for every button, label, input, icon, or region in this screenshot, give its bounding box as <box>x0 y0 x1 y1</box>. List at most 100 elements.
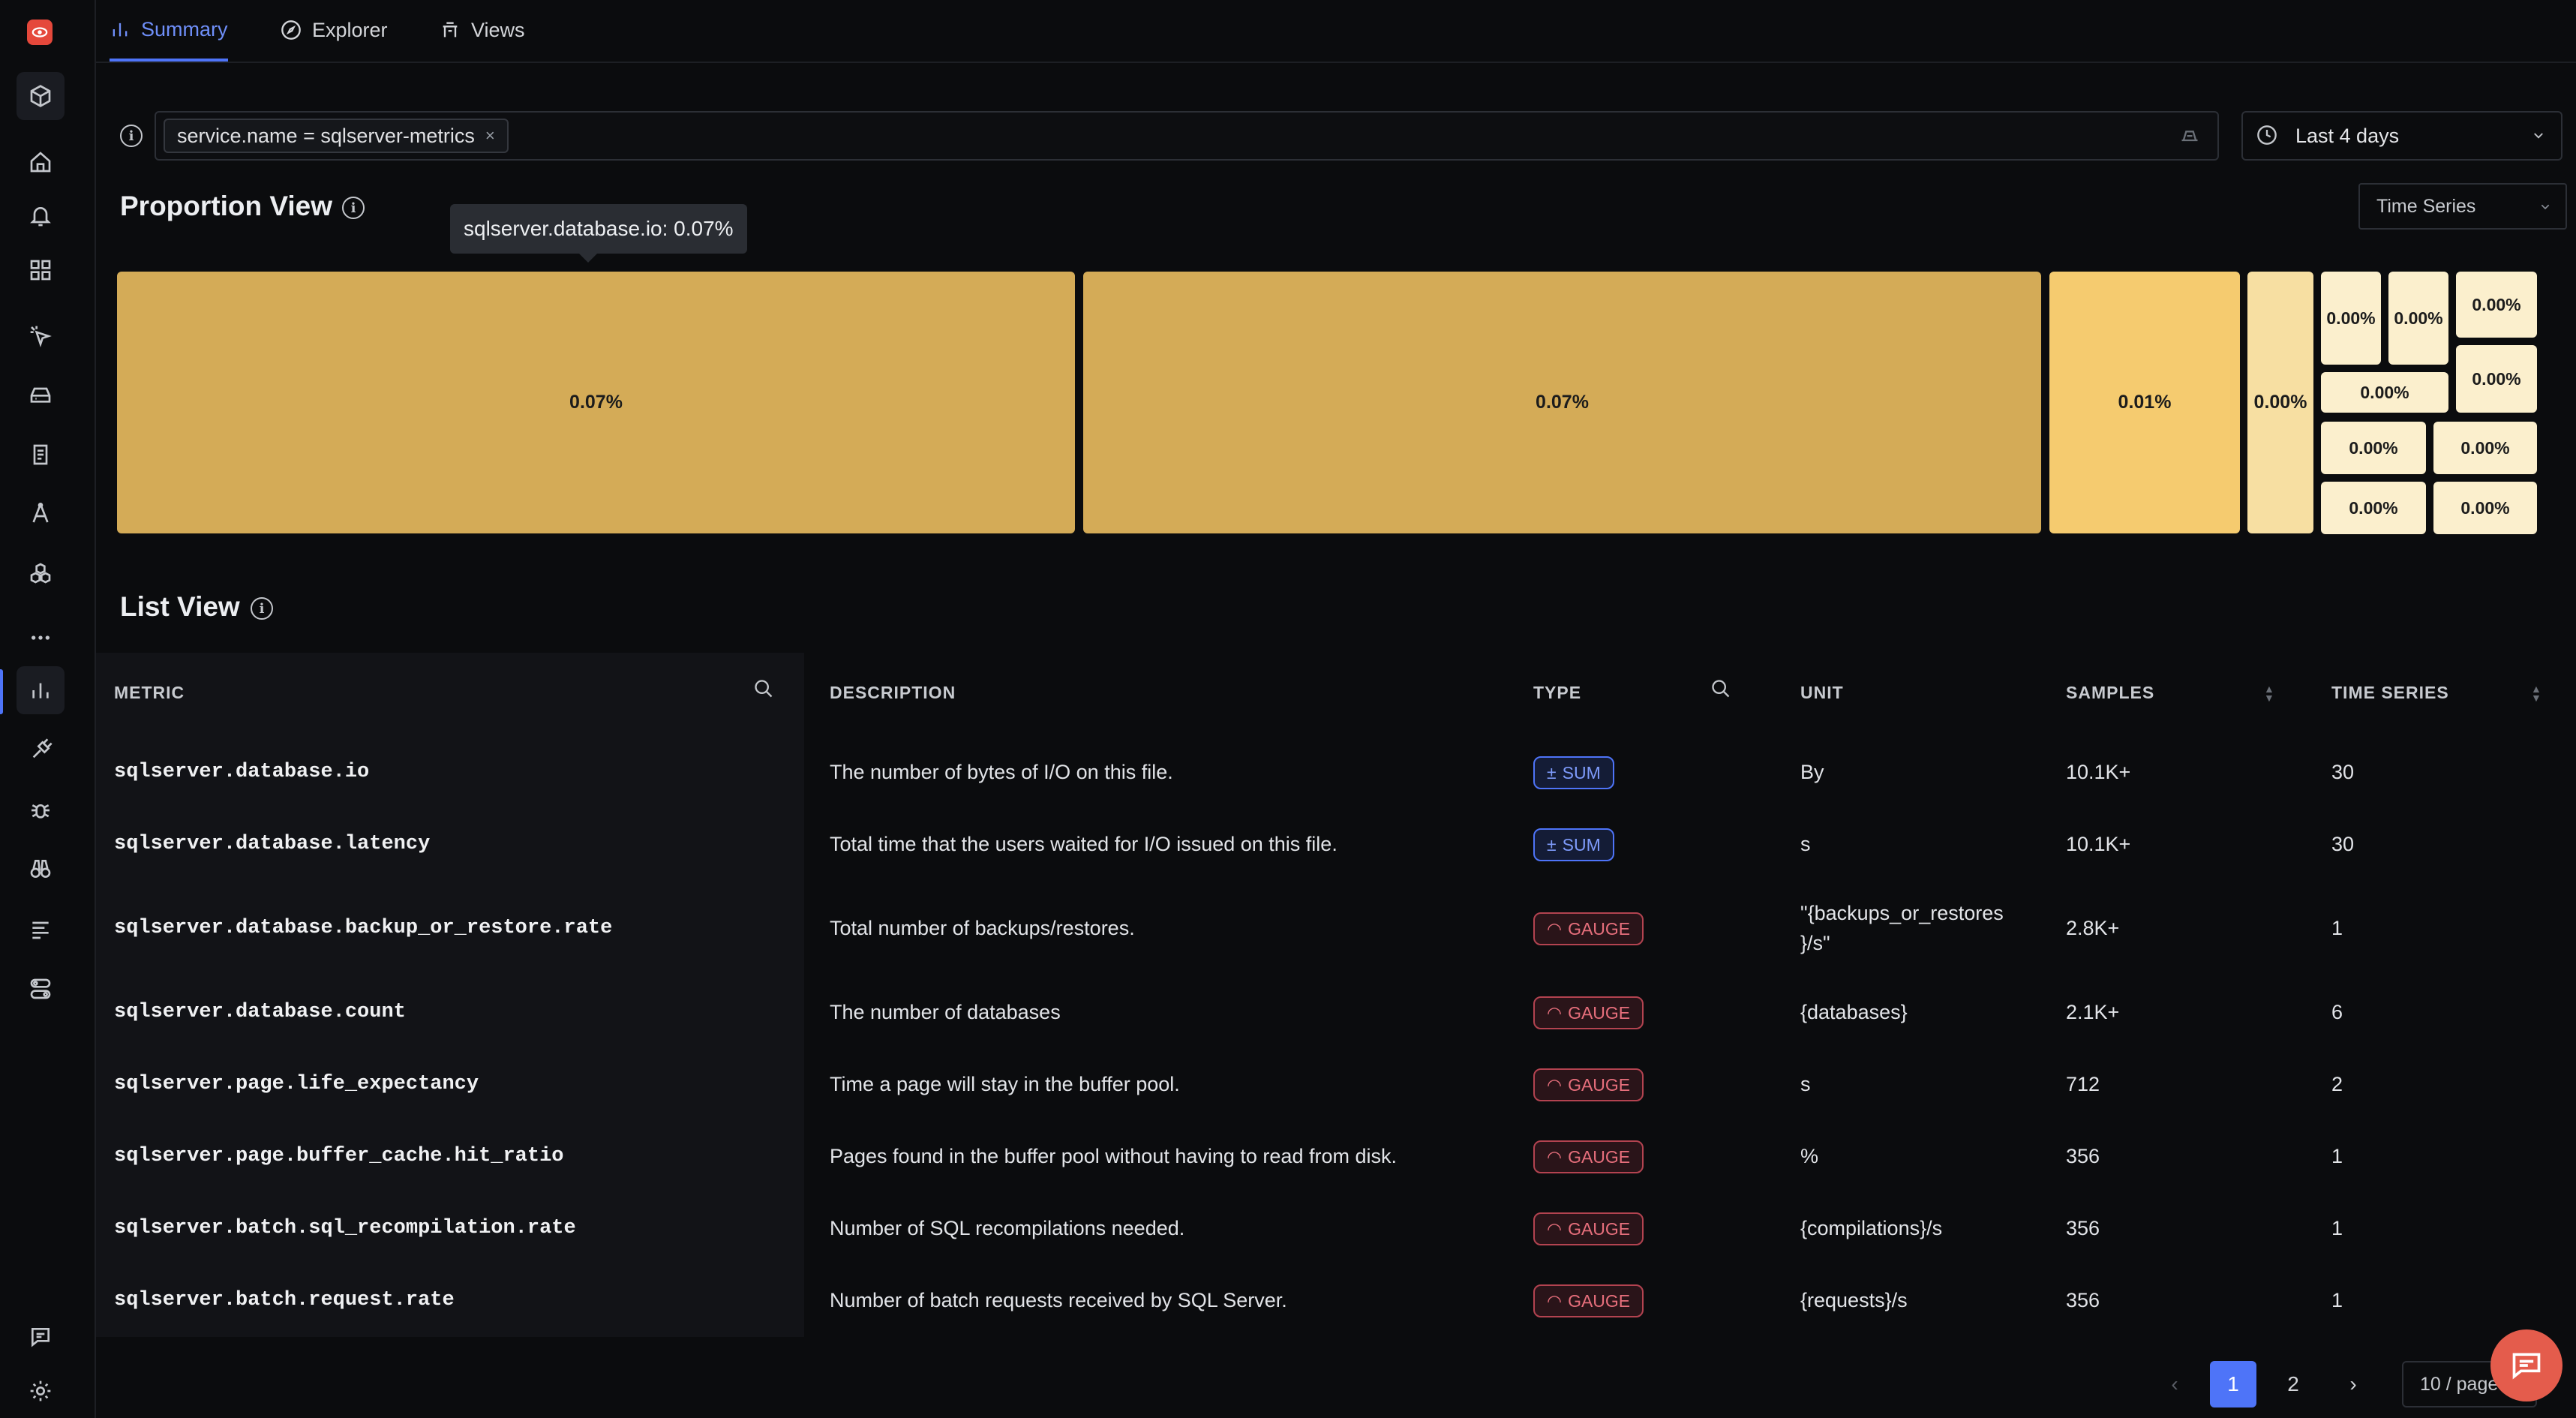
sidebar-more[interactable] <box>17 614 65 662</box>
treemap-tile[interactable]: 0.00% <box>2321 482 2426 534</box>
header-metric[interactable]: METRIC <box>114 683 185 703</box>
sidebar-cube-icon[interactable] <box>17 72 65 120</box>
list-info-icon[interactable]: i <box>251 597 273 620</box>
type-badge: ◠ GAUGE <box>1533 1212 1644 1245</box>
gauge-icon: ◠ <box>1547 1002 1563 1023</box>
metric-unit-line2: }/s" <box>1800 932 1830 954</box>
message-icon <box>32 1328 50 1347</box>
treemap-tile[interactable]: 0.00% <box>2388 272 2448 365</box>
pointer-icon <box>30 326 52 347</box>
metric-time-series: 6 <box>2331 1001 2343 1023</box>
sidebar-list[interactable] <box>17 905 65 953</box>
metric-description: Total time that the users waited for I/O… <box>830 833 1338 855</box>
close-icon[interactable]: × <box>485 126 495 146</box>
sidebar-apm[interactable] <box>17 489 65 537</box>
metric-name[interactable]: sqlserver.batch.sql_recompilation.rate <box>114 1217 576 1239</box>
treemap-tile[interactable]: 0.00% <box>2456 345 2537 413</box>
support-chat-button[interactable] <box>2490 1329 2562 1401</box>
plug-icon <box>32 738 53 759</box>
page-2-button[interactable]: 2 <box>2270 1361 2316 1407</box>
sidebar-alerts[interactable] <box>17 192 65 240</box>
search-icon[interactable] <box>1710 678 1731 699</box>
sidebar-explore[interactable] <box>17 845 65 893</box>
sidebar-integrations[interactable] <box>17 549 65 597</box>
header-unit[interactable]: UNIT <box>1800 683 1844 703</box>
type-badge: ◠ GAUGE <box>1533 1068 1644 1101</box>
chevron-down-icon <box>2534 133 2543 139</box>
sidebar-home[interactable] <box>17 138 65 186</box>
header-type[interactable]: TYPE <box>1533 683 1581 703</box>
metric-time-series: 30 <box>2331 761 2355 783</box>
metric-samples: 356 <box>2066 1289 2100 1311</box>
proportion-info-icon[interactable]: i <box>342 197 365 219</box>
treemap-tile[interactable]: 0.00% <box>2321 272 2381 365</box>
treemap-tile[interactable]: 0.00% <box>2321 422 2426 474</box>
header-description[interactable]: DESCRIPTION <box>830 683 956 703</box>
time-range-picker[interactable]: Last 4 days <box>2241 111 2562 161</box>
bar-chart-icon <box>113 23 128 37</box>
type-label: SUM <box>1562 762 1601 783</box>
metric-name[interactable]: sqlserver.database.latency <box>114 833 430 855</box>
header-samples[interactable]: SAMPLES <box>2066 683 2154 703</box>
treemap-tile[interactable]: 0.00% <box>2321 372 2448 413</box>
compass-icon <box>281 20 301 40</box>
treemap-tile[interactable]: 0.00% <box>2456 272 2537 338</box>
treemap-tile[interactable]: 0.00% <box>2247 272 2313 533</box>
eye-icon <box>32 27 48 38</box>
tab-explorer[interactable]: Explorer <box>281 0 388 60</box>
sidebar-settings[interactable] <box>17 1367 65 1415</box>
metric-time-series: 2 <box>2331 1073 2343 1095</box>
metric-name[interactable]: sqlserver.page.buffer_cache.hit_ratio <box>114 1145 564 1167</box>
list-icon <box>32 921 49 939</box>
filter-chip[interactable]: service.name = sqlserver-metrics × <box>164 119 509 153</box>
app-logo[interactable] <box>27 20 53 45</box>
page-1-button[interactable]: 1 <box>2210 1361 2256 1407</box>
sort-icon[interactable]: ▲ ▼ <box>2531 683 2541 703</box>
treemap-tile[interactable]: 0.07% <box>117 272 1075 533</box>
treemap-tile[interactable]: 0.07% <box>1083 272 2041 533</box>
sidebar-storage[interactable] <box>17 371 65 419</box>
metric-samples: 2.1K+ <box>2066 1001 2120 1023</box>
sidebar-settings-flow[interactable] <box>17 965 65 1013</box>
treemap-tile[interactable]: 0.00% <box>2433 482 2537 534</box>
header-time-series[interactable]: TIME SERIES <box>2331 683 2449 703</box>
sidebar-chat[interactable] <box>17 1313 65 1361</box>
search-icon[interactable] <box>753 678 774 699</box>
scroll-icon <box>33 444 48 465</box>
metric-name[interactable]: sqlserver.database.count <box>114 1001 406 1023</box>
filter-info-icon[interactable]: i <box>120 125 143 147</box>
compass-draw-icon <box>32 503 49 523</box>
sort-icon[interactable]: ▲ ▼ <box>2264 683 2274 703</box>
prev-page-button[interactable]: ‹ <box>2151 1361 2198 1407</box>
filter-search-bar[interactable]: service.name = sqlserver-metrics × <box>155 111 2219 161</box>
metric-name[interactable]: sqlserver.page.life_expectancy <box>114 1073 479 1095</box>
metric-name[interactable]: sqlserver.database.backup_or_restore.rat… <box>114 917 612 939</box>
metric-name[interactable]: sqlserver.batch.request.rate <box>114 1289 455 1311</box>
metric-unit-line1: "{backups_or_restores <box>1800 902 2004 924</box>
filter-chip-label: service.name = sqlserver-metrics <box>177 124 475 147</box>
treemap-tile[interactable]: 0.01% <box>2049 272 2240 533</box>
sidebar-exceptions[interactable] <box>17 786 65 834</box>
gauge-icon: ◠ <box>1547 1218 1563 1239</box>
metric-time-series: 30 <box>2331 833 2355 855</box>
sidebar-logs[interactable] <box>17 431 65 479</box>
tab-views-label: Views <box>471 18 525 41</box>
tab-views[interactable]: Views <box>440 0 525 60</box>
sidebar-metrics[interactable] <box>17 666 65 714</box>
proportion-select-label: Time Series <box>2376 195 2476 217</box>
sidebar-traces[interactable] <box>17 312 65 360</box>
metric-name[interactable]: sqlserver.database.io <box>114 761 369 783</box>
next-page-button[interactable]: › <box>2330 1361 2376 1407</box>
tab-summary[interactable]: Summary <box>110 0 228 62</box>
sidebar-dashboards[interactable] <box>17 246 65 294</box>
drive-icon <box>30 387 51 403</box>
treemap-tile[interactable]: 0.00% <box>2433 422 2537 474</box>
type-label: GAUGE <box>1568 1290 1631 1311</box>
metric-description: Time a page will stay in the buffer pool… <box>830 1073 1180 1095</box>
type-badge: ◠ GAUGE <box>1533 996 1644 1029</box>
proportion-metric-select[interactable]: Time Series <box>2358 183 2567 230</box>
gauge-icon: ◠ <box>1547 918 1563 939</box>
time-range-label: Last 4 days <box>2295 124 2400 147</box>
sidebar-pipelines[interactable] <box>17 726 65 774</box>
query-builder-icon[interactable] <box>2178 125 2201 146</box>
